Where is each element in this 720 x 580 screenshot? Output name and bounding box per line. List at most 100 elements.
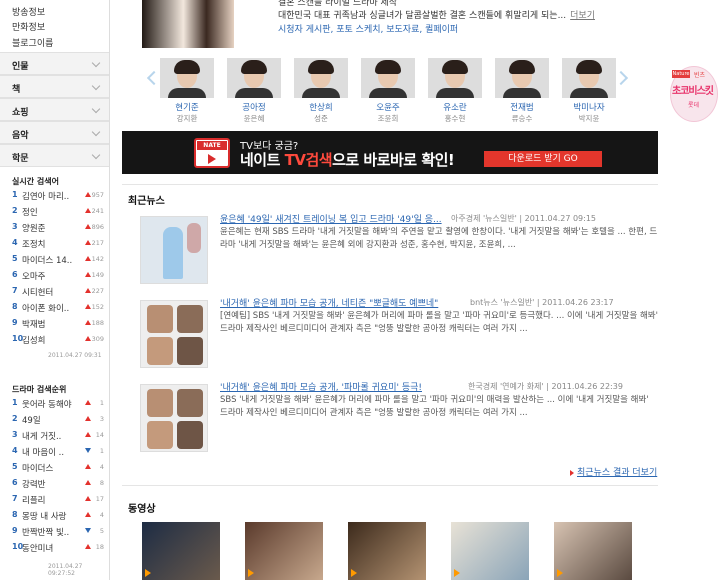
ranking-item[interactable]: 6 강력반 8 (12, 478, 104, 492)
drama-poster-image[interactable] (142, 0, 234, 48)
news-thumbnail[interactable] (140, 300, 208, 368)
ranking-item[interactable]: 5 마이더스 14.. 142 (12, 254, 104, 268)
cast-photo-body (369, 88, 407, 98)
video-thumbnail[interactable] (142, 522, 220, 580)
ranking-item[interactable]: 3 양원준 896 (12, 222, 104, 236)
sidebar-category-shopping[interactable]: 쇼핑 (0, 98, 109, 121)
cast-photo (495, 58, 549, 98)
video-thumbnail[interactable] (554, 522, 632, 580)
news-source: 아주경제 '뉴스일반' (451, 214, 517, 223)
cast-character-name: 한상희 (309, 103, 333, 113)
rank-change-count: 14 (95, 431, 104, 439)
sidebar-category-books[interactable]: 책 (0, 75, 109, 98)
video-thumbnail[interactable] (245, 522, 323, 580)
sidebar-category-music[interactable]: 음악 (0, 121, 109, 144)
rank-keyword: 오마주 (22, 272, 46, 282)
news-meta-separator: | (516, 214, 525, 223)
nate-tv-icon-label: NATE (197, 141, 227, 150)
main-content: 결혼 스캔들 라이벌 드라마 제작 대한민국 대표 귀족남과 싱글녀가 달콤살벌… (110, 0, 720, 580)
cast-member[interactable]: 현기준 강지환 (160, 58, 214, 126)
rank-change-count: 896 (91, 223, 104, 231)
drama-summary-cut: 결혼 스캔들 라이벌 드라마 제작 (278, 0, 398, 8)
ranking-item[interactable]: 3 내게 거짓.. 14 (12, 430, 104, 444)
ranking-item[interactable]: 9 박재범 188 (12, 318, 104, 332)
news-thumbnail[interactable] (140, 384, 208, 452)
news-thumbnail[interactable] (140, 216, 208, 284)
rank-number: 8 (12, 302, 18, 311)
rank-number: 8 (12, 510, 18, 519)
rank-number: 5 (12, 254, 18, 263)
cast-next-arrow-icon[interactable] (618, 70, 628, 84)
arrow-right-icon (570, 469, 574, 476)
news-section-title: 최근뉴스 (128, 196, 165, 207)
sidebar-category-people[interactable]: 인물 (0, 52, 109, 75)
ranking-item[interactable]: 6 오마주 149 (12, 270, 104, 284)
ranking-item[interactable]: 1 웃어라 동해야 1 (12, 398, 104, 412)
rank-keyword: 마이더스 (22, 464, 54, 474)
thumb-panel (147, 305, 173, 333)
ranking-item[interactable]: 8 몽땅 내 사랑 4 (12, 510, 104, 524)
cast-actor-name: 박지윤 (578, 114, 600, 123)
ranking-item[interactable]: 9 반짝반짝 빛.. 5 (12, 526, 104, 540)
news-meta-separator: | (543, 382, 552, 391)
ranking-item[interactable]: 4 조정치 217 (12, 238, 104, 252)
news-title-link[interactable]: 윤은혜 '49일' 새겨진 트레이닝 복 입고 드라마 '49'일 응... (220, 212, 442, 225)
video-thumbnail[interactable] (451, 522, 529, 580)
rank-number: 7 (12, 286, 18, 295)
more-link[interactable]: 더보기 (570, 11, 595, 21)
left-sidebar: 방송정보 만화정보 블로그이름 인물 책 쇼핑 음악 학문 실시간 검색어 1김… (0, 0, 110, 580)
sidebar-link-comics[interactable]: 만화정보 (12, 20, 45, 33)
nate-tv-search-banner[interactable]: NATE TV보다 궁금? 네이트 TV검색으로 바로바로 확인! 다운로드 받… (122, 131, 658, 174)
news-title-link[interactable]: '내거해' 윤은혜 파마 모습 공개, '파마롤 귀요미' 등극! (220, 380, 422, 393)
ranking-item[interactable]: 7 시티헌터 227 (12, 286, 104, 300)
thumb-figure (163, 227, 183, 279)
drama-related-links[interactable]: 시청자 게시판, 포토 스케치, 보도자료, 퀼페이퍼 (278, 22, 458, 35)
ranking-item[interactable]: 4 내 마음이 .. 1 (12, 446, 104, 460)
ranking-item[interactable]: 10김성희 309 (12, 334, 104, 348)
rank-number: 2 (12, 206, 18, 215)
cast-member[interactable]: 오윤주 조윤희 (361, 58, 415, 126)
category-label: 음악 (12, 131, 29, 141)
ranking-item[interactable]: 10동안미녀 18 (12, 542, 104, 556)
cast-prev-arrow-icon[interactable] (145, 70, 155, 84)
thumb-panel (147, 337, 173, 365)
snack-advertisement[interactable]: Nature 빈츠 초코비스킷 롯데 (666, 64, 720, 124)
ranking-item[interactable]: 8 아이폰 화이.. 152 (12, 302, 104, 316)
rank-up-icon (85, 480, 91, 485)
category-label: 학문 (12, 154, 29, 164)
divider (122, 485, 658, 486)
drama-ranking-title: 드라마 검색순위 (12, 385, 67, 394)
rank-number: 7 (12, 494, 18, 503)
rank-up-icon (85, 192, 91, 197)
cast-member[interactable]: 전재범 류승수 (495, 58, 549, 126)
ad-tag: Nature (672, 70, 690, 78)
ranking-item[interactable]: 2 정인 241 (12, 206, 104, 220)
ad-product-name: 초코비스킷 (672, 86, 714, 97)
category-label: 책 (12, 85, 21, 95)
ranking-item[interactable]: 5 마이더스 4 (12, 462, 104, 476)
more-news-link[interactable]: 최근뉴스 결과 더보기 (570, 465, 657, 478)
sidebar-link-broadcast[interactable]: 방송정보 (12, 5, 45, 18)
download-button[interactable]: 다운로드 받기 GO (484, 151, 602, 167)
cast-photo-body (570, 88, 608, 98)
rank-up-icon (85, 320, 91, 325)
rank-change-count: 1 (99, 447, 104, 455)
cast-photo-body (235, 88, 273, 98)
rank-keyword: 아이폰 화이.. (22, 304, 70, 314)
cast-member[interactable]: 박미나자 박지윤 (562, 58, 616, 126)
category-label: 쇼핑 (12, 108, 29, 118)
ranking-item[interactable]: 1 김연아 마리.. 957 (12, 190, 104, 204)
cast-member[interactable]: 공아정 윤은혜 (227, 58, 281, 126)
rank-change-count: 152 (91, 303, 104, 311)
ranking-item[interactable]: 2 49일 3 (12, 414, 104, 428)
ranking-item[interactable]: 7 리플리 17 (12, 494, 104, 508)
sidebar-link-blog[interactable]: 블로그이름 (12, 36, 53, 49)
video-thumbnail[interactable] (348, 522, 426, 580)
news-meta: 한국경제 '연예가 화제' | 2011.04.26 22:39 (468, 381, 623, 392)
cast-member[interactable]: 유소란 홍수현 (428, 58, 482, 126)
sidebar-category-academic[interactable]: 학문 (0, 144, 109, 167)
rank-number: 2 (12, 414, 18, 423)
news-title-link[interactable]: '내거해' 윤은혜 파마 모습 공개, 네티즌 "뽀글해도 예쁘네" (220, 296, 438, 309)
rank-change-count: 142 (91, 255, 104, 263)
cast-member[interactable]: 한상희 성준 (294, 58, 348, 126)
